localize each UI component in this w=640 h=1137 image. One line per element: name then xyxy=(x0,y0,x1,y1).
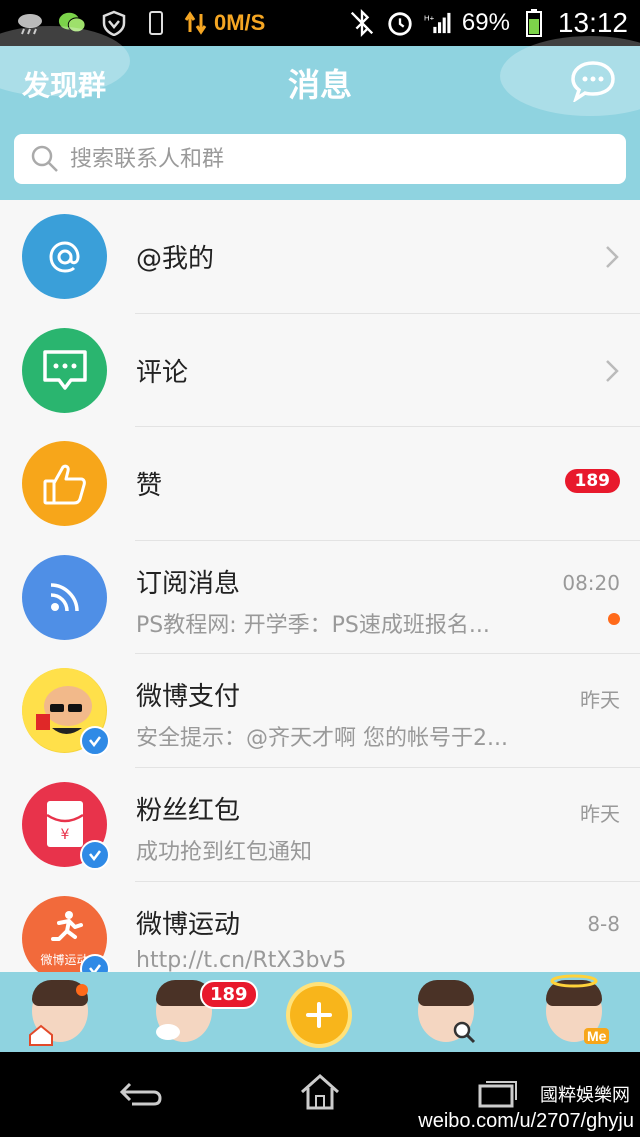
add-tab[interactable] xyxy=(290,986,348,1044)
row-title: @我的 xyxy=(136,244,215,274)
rss-icon xyxy=(22,554,107,640)
row-subtitle: PS教程网: 开学季：PS速成班报名... xyxy=(136,612,490,638)
chat-bubble-icon[interactable] xyxy=(570,60,616,104)
speech-bubble-icon xyxy=(156,1024,180,1040)
verified-icon xyxy=(80,726,110,757)
search-input[interactable] xyxy=(68,145,626,173)
bottom-tab-bar: 189 Me xyxy=(0,972,640,1052)
list-item-subscriptions[interactable]: 订阅消息 PS教程网: 开学季：PS速成班报名... 08:20 xyxy=(0,541,640,655)
home-tab[interactable] xyxy=(26,976,94,1046)
row-time: 昨天 xyxy=(580,801,620,826)
network-speed: 0M/S xyxy=(184,10,265,36)
row-time: 8-8 xyxy=(587,911,620,936)
row-title: 赞 xyxy=(136,471,163,502)
shield-icon xyxy=(100,10,128,36)
message-list: @我的 评论 赞 189 订阅消息 PS教程网: 开学季：PS速成班报名... … xyxy=(0,200,640,972)
message-tab-badge: 189 xyxy=(200,980,258,1009)
row-subtitle: 安全提示：@齐天才啊 您的帐号于2... xyxy=(136,726,508,752)
list-item-mentions[interactable]: @我的 xyxy=(0,200,640,314)
bluetooth-off-icon xyxy=(348,8,376,38)
row-title: 粉丝红包 xyxy=(136,795,241,826)
at-icon xyxy=(22,214,107,299)
row-title: 微博支付 xyxy=(136,682,241,713)
search-icon xyxy=(453,1021,476,1044)
list-item-likes[interactable]: 赞 189 xyxy=(0,427,640,541)
search-box[interactable] xyxy=(14,134,626,184)
unread-dot xyxy=(608,612,620,625)
battery-icon xyxy=(520,9,548,37)
discover-tab[interactable] xyxy=(412,976,480,1046)
system-nav-bar: 國粹娛樂网 weibo.com/u/2707/ghyju xyxy=(0,1052,640,1137)
home-nav-icon[interactable] xyxy=(298,1072,342,1112)
search-icon xyxy=(31,145,58,172)
comment-icon xyxy=(22,327,107,413)
verified-icon xyxy=(80,839,110,870)
chevron-right-icon xyxy=(606,246,619,268)
profile-tab[interactable]: Me xyxy=(540,974,610,1046)
clock: 13:12 xyxy=(557,7,628,38)
recents-icon[interactable] xyxy=(476,1078,520,1110)
row-title: 订阅消息 xyxy=(136,568,241,599)
list-item-comments[interactable]: 评论 xyxy=(0,314,640,428)
watermark-site: 國粹娛樂网 xyxy=(540,1085,630,1106)
profile-label: Me xyxy=(584,1028,610,1044)
row-time: 昨天 xyxy=(580,688,620,713)
signal-icon: H+ xyxy=(424,10,452,36)
row-title: 微博运动 xyxy=(136,909,241,940)
row-subtitle: 成功抢到红包通知 xyxy=(136,839,313,865)
phone-icon xyxy=(142,10,170,36)
chevron-right-icon xyxy=(606,359,619,382)
page-title: 消息 xyxy=(287,66,352,104)
plus-icon xyxy=(306,1002,332,1028)
home-icon xyxy=(29,1024,53,1046)
list-item-weibo-sports[interactable]: 微博运动 微博运动 http://t.cn/RtX3bv5 8-8 xyxy=(0,882,640,972)
row-time: 08:20 xyxy=(562,570,620,595)
list-item-red-envelope[interactable]: ¥ 粉丝红包 成功抢到红包通知 昨天 xyxy=(0,768,640,882)
row-title: 评论 xyxy=(136,357,189,388)
unread-badge: 189 xyxy=(564,469,620,494)
watermark-url: weibo.com/u/2707/ghyju xyxy=(418,1110,634,1132)
battery-percent: 69% xyxy=(461,9,510,36)
data-arrows-icon xyxy=(184,11,207,35)
alarm-icon xyxy=(386,10,414,36)
halo-icon xyxy=(550,974,598,988)
svg-text:¥: ¥ xyxy=(60,827,69,843)
svg-text:H+: H+ xyxy=(424,14,435,23)
list-item-weibo-pay[interactable]: 微博支付 安全提示：@齐天才啊 您的帐号于2... 昨天 xyxy=(0,654,640,768)
back-icon[interactable] xyxy=(118,1078,166,1110)
unread-dot xyxy=(76,984,88,996)
header: 发现群 消息 xyxy=(0,26,640,200)
thumb-up-icon xyxy=(22,441,107,527)
row-subtitle: http://t.cn/RtX3bv5 xyxy=(136,947,347,972)
